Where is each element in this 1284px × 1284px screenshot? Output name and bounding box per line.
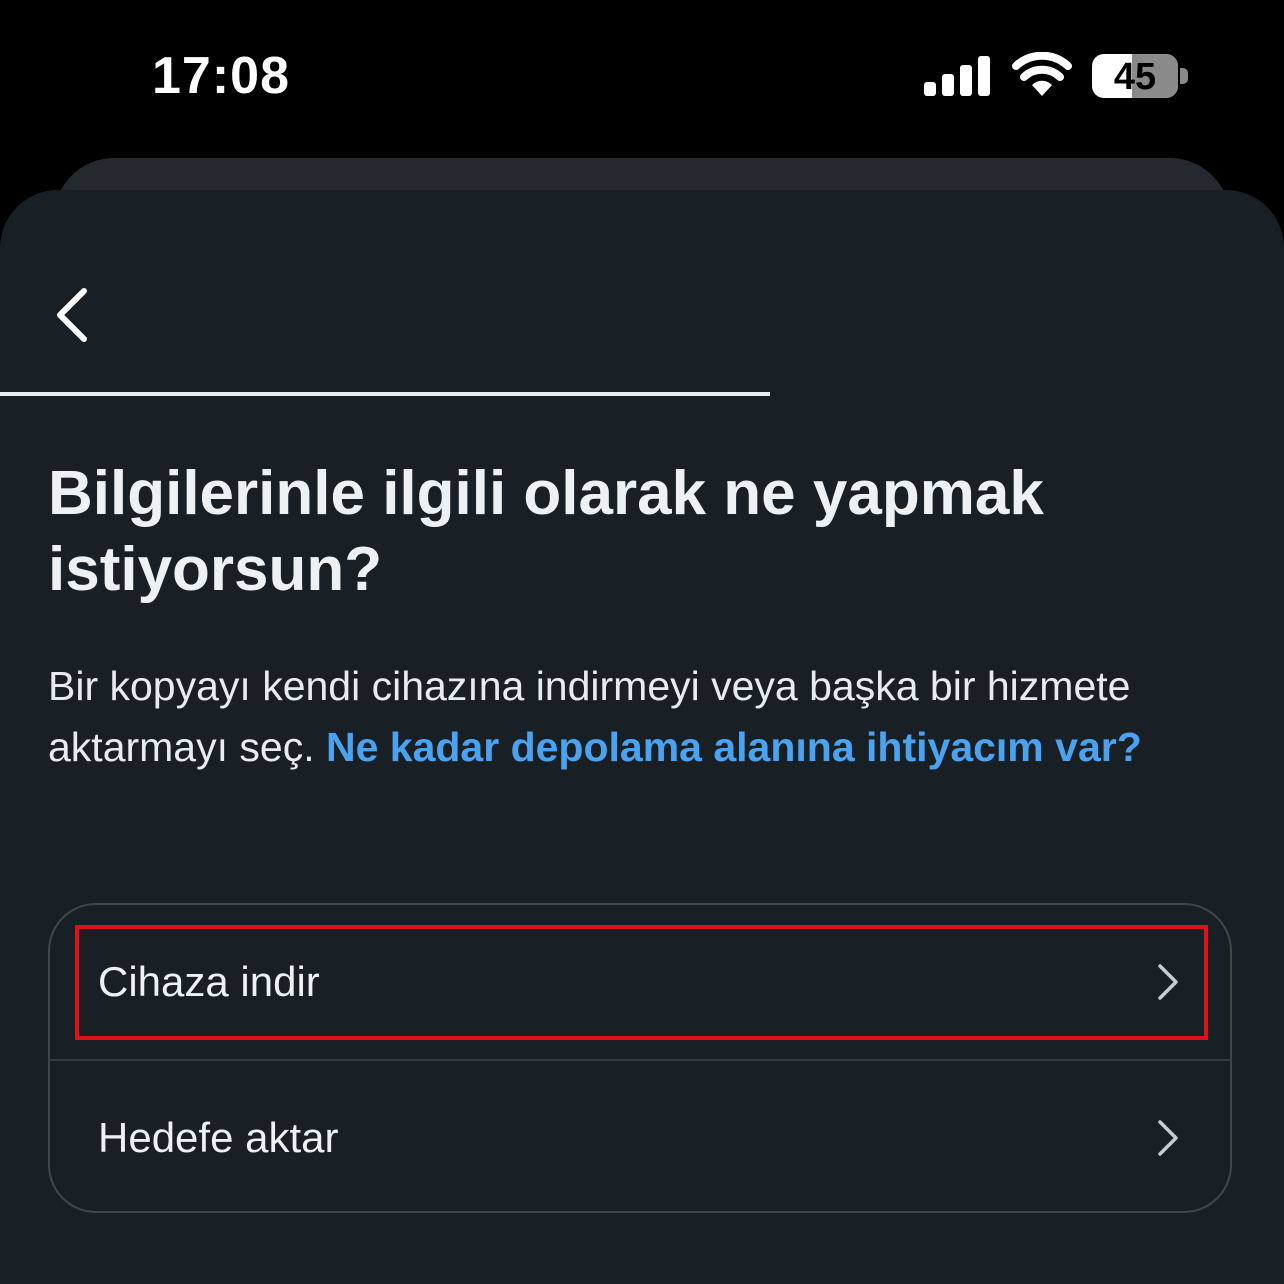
option-label: Hedefe aktar xyxy=(98,1114,339,1161)
battery-body: 45 xyxy=(1092,54,1178,98)
page-description: Bir kopyayı kendi cihazına indirmeyi vey… xyxy=(48,656,1238,778)
back-button[interactable] xyxy=(40,275,106,355)
wifi-icon xyxy=(1012,52,1072,96)
chevron-right-icon xyxy=(1158,964,1178,1000)
screen: 17:08 45 Bilgilerinle ilgili olarak ne y… xyxy=(0,0,1284,1284)
storage-help-link[interactable]: Ne kadar depolama alanına ihtiyacım var? xyxy=(326,724,1142,770)
battery-level: 45 xyxy=(1113,56,1157,98)
chevron-left-icon xyxy=(57,288,87,342)
option-label: Cihaza indir xyxy=(98,958,320,1005)
progress-bar-fill xyxy=(0,392,771,396)
status-time: 17:08 xyxy=(152,47,290,105)
options-list: Cihaza indir Hedefe aktar xyxy=(48,903,1232,1213)
cellular-signal-icon xyxy=(924,56,990,96)
battery-icon: 45 xyxy=(1092,54,1190,100)
chevron-right-icon xyxy=(1158,1120,1178,1156)
transfer-to-destination-option[interactable]: Hedefe aktar xyxy=(50,1061,1230,1211)
battery-cap xyxy=(1180,68,1188,84)
page-title: Bilgilerinle ilgili olarak ne yapmak ist… xyxy=(48,459,1044,604)
progress-bar xyxy=(0,392,1284,396)
download-to-device-option[interactable]: Cihaza indir xyxy=(50,905,1230,1059)
